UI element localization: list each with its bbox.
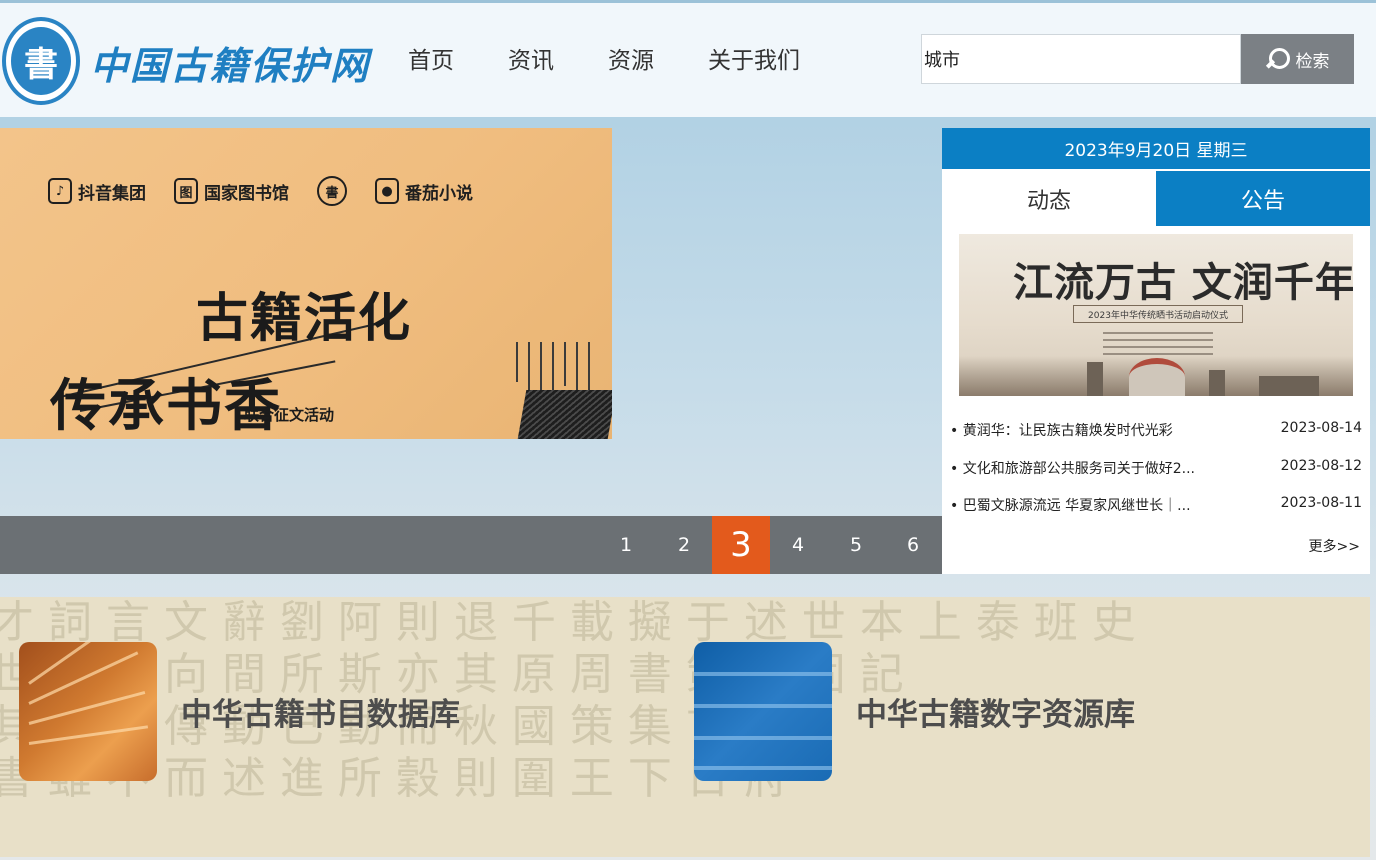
news-item[interactable]: • 黄润华：让民族古籍焕发时代光彩 2023-08-14 bbox=[950, 420, 1362, 458]
brand-seal: 書 bbox=[317, 176, 347, 206]
nav-home[interactable]: 首页 bbox=[408, 41, 454, 81]
brand-label: 番茄小说 bbox=[405, 183, 473, 204]
news-date: 2023-08-11 bbox=[1280, 495, 1362, 511]
banner-slide[interactable]: ♪ 抖音集团 图 国家图书馆 書 ● 番茄小说 古籍活化 传承书香 联合征文活动 bbox=[0, 128, 612, 439]
db-title-catalog: 中华古籍书目数据库 bbox=[181, 697, 460, 733]
search-input[interactable] bbox=[921, 34, 1241, 84]
feature-subtitle: 2023年中华传统晒书活动启动仪式 bbox=[1073, 305, 1243, 323]
pagoda-shape bbox=[1087, 362, 1103, 396]
pager-item-1[interactable]: 1 bbox=[597, 516, 655, 574]
pager-item-3-active[interactable]: 3 bbox=[712, 516, 770, 574]
news-title: • 巴蜀文脉源流远 华夏家风继世长｜... bbox=[950, 498, 1191, 514]
banner-subtitle: 联合征文活动 bbox=[244, 406, 335, 424]
tab-dynamics[interactable]: 动态 bbox=[942, 171, 1156, 226]
pager-item-2[interactable]: 2 bbox=[655, 516, 713, 574]
db-card-digital[interactable]: 中华古籍数字资源库 bbox=[694, 642, 1135, 781]
brand-label: 抖音集团 bbox=[78, 183, 146, 204]
fanqie-icon: ● bbox=[375, 178, 399, 204]
news-date: 2023-08-14 bbox=[1280, 420, 1362, 436]
database-section: 才 詞 言 文 辭 劉 阿 則 退 千 載 擬 于 述 世 本 上 泰 班 史世… bbox=[0, 597, 1370, 857]
more-link[interactable]: 更多>> bbox=[1309, 536, 1360, 556]
banner-title-line1: 古籍活化 bbox=[196, 288, 413, 349]
feature-title: 江流万古 文润千年 bbox=[1013, 259, 1353, 306]
digital-thumbnail bbox=[694, 642, 832, 781]
search-button[interactable]: 检索 bbox=[1241, 34, 1354, 84]
slide-pager: 1 2 3 4 5 6 bbox=[0, 516, 942, 574]
site-header: 書 中国古籍保护网 首页 资讯 资源 关于我们 检索 bbox=[0, 3, 1376, 117]
building-shape bbox=[1259, 376, 1319, 396]
brand-douyin: ♪ 抖音集团 bbox=[48, 178, 146, 204]
nav-resources[interactable]: 资源 bbox=[608, 41, 654, 81]
pagoda-shape bbox=[1209, 370, 1225, 396]
banner-brand-row: ♪ 抖音集团 图 国家图书馆 書 ● 番茄小说 bbox=[48, 176, 473, 206]
temple-shape bbox=[1129, 358, 1185, 396]
db-title-digital: 中华古籍数字资源库 bbox=[856, 697, 1135, 733]
nav-about[interactable]: 关于我们 bbox=[708, 41, 800, 81]
news-item[interactable]: • 文化和旅游部公共服务司关于做好2... 2023-08-12 bbox=[950, 458, 1362, 496]
news-date: 2023-08-12 bbox=[1280, 457, 1362, 474]
news-panel: 2023年9月20日 星期三 动态 公告 江流万古 文润千年 2023年中华传统… bbox=[942, 128, 1370, 574]
pager-item-4[interactable]: 4 bbox=[769, 516, 827, 574]
news-title: • 文化和旅游部公共服务司关于做好2... bbox=[950, 460, 1195, 477]
tab-announcements[interactable]: 公告 bbox=[1156, 171, 1370, 226]
pager-item-6[interactable]: 6 bbox=[884, 516, 942, 574]
douyin-icon: ♪ bbox=[48, 178, 72, 204]
catalog-thumbnail bbox=[19, 642, 157, 781]
brand-fanqie: ● 番茄小说 bbox=[375, 178, 473, 204]
feature-image[interactable]: 江流万古 文润千年 2023年中华传统晒书活动启动仪式 bbox=[959, 234, 1353, 396]
news-tabs: 动态 公告 bbox=[942, 171, 1370, 226]
news-item[interactable]: • 巴蜀文脉源流远 华夏家风继世长｜... 2023-08-11 bbox=[950, 495, 1362, 533]
seal-icon: 書 bbox=[317, 176, 347, 206]
site-logo-seal[interactable]: 書 bbox=[2, 17, 80, 105]
news-title: • 黄润华：让民族古籍焕发时代光彩 bbox=[950, 423, 1173, 439]
nlc-icon: 图 bbox=[174, 178, 198, 204]
news-list: • 黄润华：让民族古籍焕发时代光彩 2023-08-14 • 文化和旅游部公共服… bbox=[950, 420, 1362, 533]
banner-title-line2: 传承书香 bbox=[50, 373, 282, 439]
book-stack-image bbox=[517, 390, 612, 439]
brand-label: 国家图书馆 bbox=[204, 183, 289, 204]
main-nav: 首页 资讯 资源 关于我们 bbox=[408, 41, 854, 81]
current-date: 2023年9月20日 星期三 bbox=[942, 128, 1370, 169]
nav-news[interactable]: 资讯 bbox=[508, 41, 554, 81]
search-button-label: 检索 bbox=[1295, 51, 1330, 72]
db-card-catalog[interactable]: 中华古籍书目数据库 bbox=[19, 642, 460, 781]
pager-item-5[interactable]: 5 bbox=[827, 516, 885, 574]
site-logo-text[interactable]: 中国古籍保护网 bbox=[90, 35, 370, 88]
brand-nlc: 图 国家图书馆 bbox=[174, 178, 289, 204]
search-icon bbox=[1266, 48, 1290, 70]
seal-character: 書 bbox=[11, 27, 71, 95]
